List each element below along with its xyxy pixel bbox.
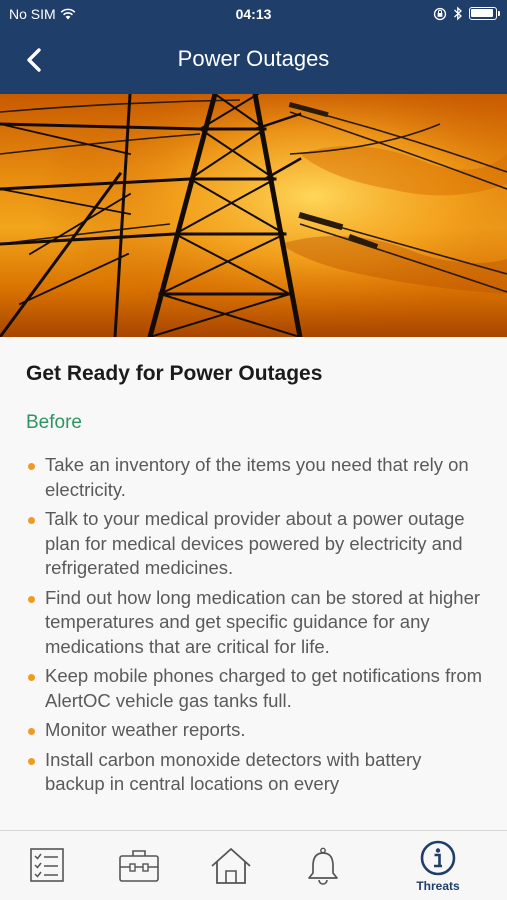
list-item: Monitor weather reports. <box>26 718 485 743</box>
hero-image <box>0 94 507 337</box>
tab-threats[interactable]: Threats <box>403 831 473 900</box>
section-heading-before: Before <box>26 412 82 433</box>
article-content[interactable]: Get Ready for Power Outages Before Take … <box>0 337 507 830</box>
list-item: Talk to your medical provider about a po… <box>26 507 485 581</box>
tab-home[interactable] <box>196 831 266 900</box>
list-item: Take an inventory of the items you need … <box>26 453 485 502</box>
list-item: Keep mobile phones charged to get notifi… <box>26 664 485 713</box>
tab-bar: Threats <box>0 830 507 900</box>
tab-kit[interactable] <box>104 831 174 900</box>
checklist-icon <box>30 848 64 882</box>
page-title: Power Outages <box>177 46 330 71</box>
power-tower-illustration <box>0 94 507 337</box>
battery-icon <box>469 7 500 20</box>
article-heading: Get Ready for Power Outages <box>26 362 323 385</box>
bluetooth-icon <box>454 6 462 21</box>
orientation-lock-icon <box>433 7 447 20</box>
info-icon <box>420 840 456 876</box>
list-item: Find out how long medication can be stor… <box>26 586 485 660</box>
status-bar: No SIM 04:13 <box>0 0 507 28</box>
list-item: Install carbon monoxide detectors with b… <box>26 748 485 797</box>
bullet-list: Take an inventory of the items you need … <box>26 453 485 797</box>
kit-icon <box>119 850 159 882</box>
nav-bar: Power Outages <box>0 28 507 94</box>
tab-checklist[interactable] <box>12 831 82 900</box>
bell-icon <box>308 847 338 885</box>
tab-label-threats: Threats <box>416 879 460 893</box>
home-icon <box>211 848 251 884</box>
status-right-group <box>433 6 500 21</box>
tab-alerts[interactable] <box>288 831 358 900</box>
status-time: 04:13 <box>235 6 272 22</box>
